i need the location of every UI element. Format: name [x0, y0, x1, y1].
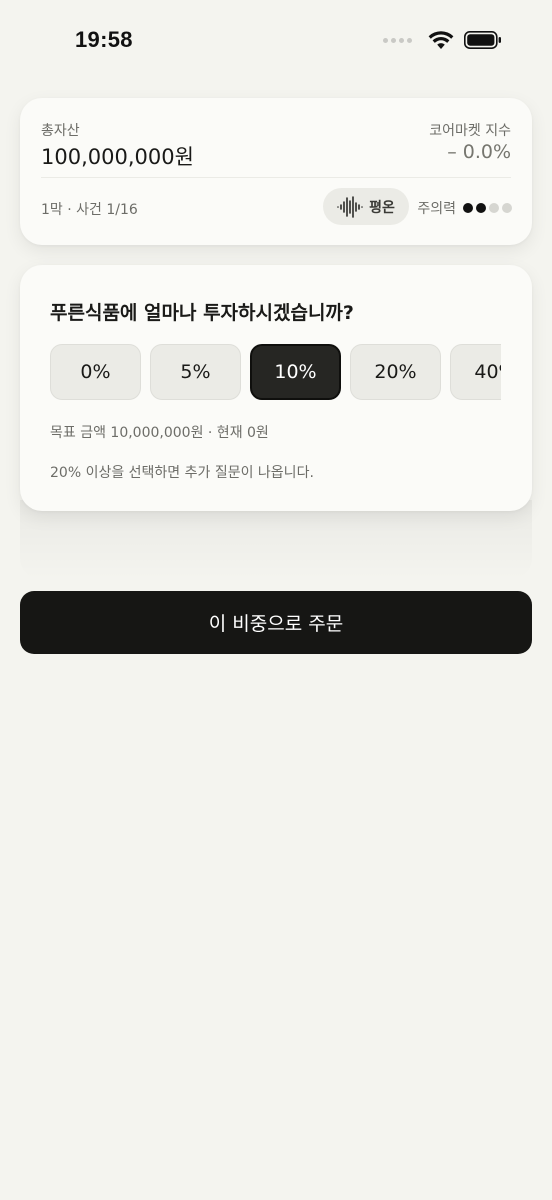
asset-summary-card: 총자산 100,000,000원 코어마켓 지수 – 0.0% 1막 · 사건 …	[20, 98, 532, 245]
card-shadow	[20, 500, 532, 580]
attention-dot-empty	[502, 203, 512, 213]
cellular-signal-icon	[383, 37, 412, 43]
order-button[interactable]: 이 비중으로 주문	[20, 591, 532, 654]
attention-dot-filled	[476, 203, 486, 213]
waveform-icon	[337, 195, 363, 218]
attention-dots	[463, 203, 512, 213]
attention-label: 주의력	[417, 201, 456, 217]
summary-divider	[41, 177, 511, 178]
status-icons	[383, 30, 502, 50]
allocation-option[interactable]: 10%	[250, 344, 341, 400]
investment-question-card: 푸른식품에 얼마나 투자하시겠습니까? 0%5%10%20%40% 목표 금액 …	[20, 265, 532, 511]
allocation-option[interactable]: 0%	[50, 344, 141, 400]
allocation-options-scroller[interactable]: 0%5%10%20%40%	[50, 344, 501, 400]
allocation-options: 0%5%10%20%40%	[50, 344, 501, 400]
attention-dot-filled	[463, 203, 473, 213]
mood-badge: 평온	[323, 188, 409, 225]
attention-meter: 주의력	[417, 198, 512, 218]
total-assets-value: 100,000,000원	[41, 145, 194, 169]
status-time: 19:58	[75, 27, 133, 52]
investment-question: 푸른식품에 얼마나 투자하시겠습니까?	[50, 302, 354, 324]
market-index-value: – 0.0%	[447, 141, 511, 163]
wifi-icon	[428, 31, 454, 49]
attention-dot-empty	[489, 203, 499, 213]
target-amount-info: 목표 금액 10,000,000원 · 현재 0원	[50, 425, 269, 441]
battery-icon	[464, 31, 501, 49]
stage-progress: 1막 · 사건 1/16	[41, 202, 138, 218]
status-bar: 19:58	[0, 0, 552, 84]
mood-label: 평온	[369, 199, 395, 216]
allocation-option[interactable]: 20%	[350, 344, 441, 400]
follow-up-hint: 20% 이상을 선택하면 추가 질문이 나옵니다.	[50, 465, 314, 481]
allocation-option[interactable]: 40%	[450, 344, 501, 400]
allocation-option[interactable]: 5%	[150, 344, 241, 400]
total-assets-label: 총자산	[41, 123, 80, 139]
market-index-label: 코어마켓 지수	[429, 123, 511, 139]
